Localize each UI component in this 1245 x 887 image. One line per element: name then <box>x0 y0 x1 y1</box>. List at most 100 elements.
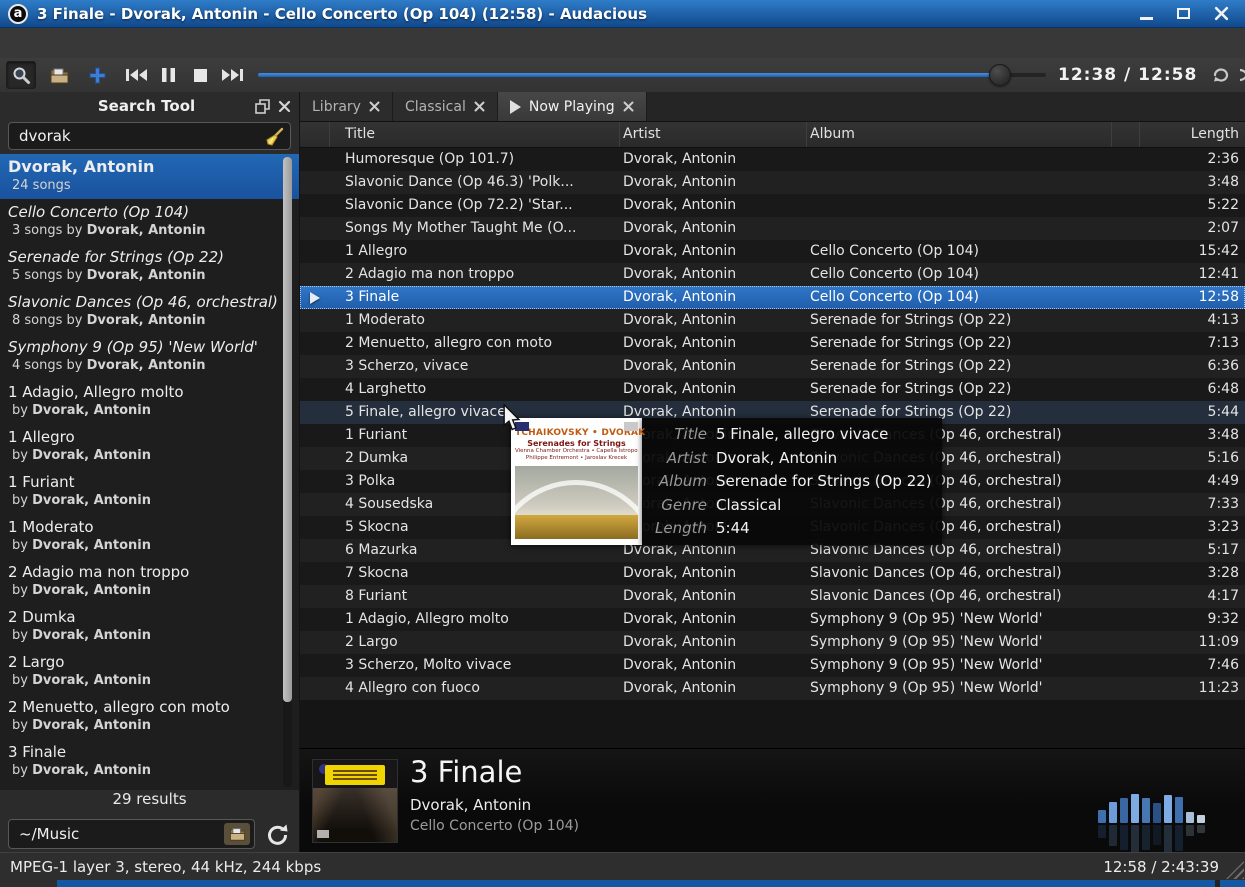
search-result-item[interactable]: Symphony 9 (Op 95) 'New World' 4 songs b… <box>0 334 282 379</box>
pause-icon <box>162 68 175 82</box>
bottom-edge-notch-left <box>0 880 57 887</box>
search-result-item[interactable]: Cello Concerto (Op 104) 3 songs by Dvora… <box>0 199 282 244</box>
search-result-item[interactable]: Dvorak, Antonin 24 songs <box>0 154 299 199</box>
playlist-row[interactable]: 3 Scherzo, Molto vivace Dvorak, Antonin … <box>300 654 1245 677</box>
search-result-item[interactable]: 1 Moderato by Dvorak, Antonin <box>0 514 282 559</box>
playlist-tab[interactable]: Library <box>300 92 393 121</box>
browse-folder-button[interactable] <box>224 823 250 845</box>
maximize-icon[interactable] <box>1177 8 1190 19</box>
playlist-row[interactable]: Slavonic Dance (Op 72.2) 'Star... Dvorak… <box>300 194 1245 217</box>
row-album <box>807 217 1112 240</box>
playlist-row[interactable]: 4 Larghetto Dvorak, Antonin Serenade for… <box>300 378 1245 401</box>
search-result-item[interactable]: Slavonic Dances (Op 46, orchestral) 8 so… <box>0 289 282 334</box>
open-files-button[interactable] <box>44 61 74 89</box>
playlist-row[interactable]: 3 Scherzo, vivace Dvorak, Antonin Serena… <box>300 355 1245 378</box>
search-result-item[interactable]: 2 Adagio ma non troppo by Dvorak, Antoni… <box>0 559 282 604</box>
previous-button[interactable] <box>123 61 149 89</box>
row-length: 11:09 <box>1140 631 1245 654</box>
tab-close-icon[interactable] <box>623 101 634 112</box>
undock-panel-icon[interactable] <box>255 99 270 114</box>
playlist-row[interactable]: 7 Skocna Dvorak, Antonin Slavonic Dances… <box>300 562 1245 585</box>
row-spacer-cell <box>1112 539 1140 562</box>
search-result-item[interactable]: 3 Finale by Dvorak, Antonin <box>0 739 282 784</box>
result-title: 1 Adagio, Allegro molto <box>8 382 282 402</box>
playlist-row[interactable]: Humoresque (Op 101.7) Dvorak, Antonin 2:… <box>300 148 1245 171</box>
playlist-row[interactable]: 2 Menuetto, allegro con moto Dvorak, Ant… <box>300 332 1245 355</box>
row-length: 3:23 <box>1140 516 1245 539</box>
search-result-item[interactable]: 2 Largo by Dvorak, Antonin <box>0 649 282 694</box>
search-result-item[interactable]: 2 Menuetto, allegro con moto by Dvorak, … <box>0 694 282 739</box>
result-title: Slavonic Dances (Op 46, orchestral) <box>8 292 282 312</box>
seek-slider[interactable] <box>258 63 1046 87</box>
playlist-row[interactable]: 1 Allegro Dvorak, Antonin Cello Concerto… <box>300 240 1245 263</box>
tab-close-icon[interactable] <box>369 101 380 112</box>
minimize-icon[interactable] <box>1140 17 1153 20</box>
row-indicator-cell <box>300 516 330 539</box>
playlist-header[interactable]: Title Artist Album Length <box>300 122 1245 148</box>
sidebar-scrollbar-thumb[interactable] <box>283 157 292 702</box>
playlist-tabbar: Library Classical Now Playing <box>300 92 1245 122</box>
row-indicator-cell <box>300 539 330 562</box>
row-title: 4 Allegro con fuoco <box>330 677 620 700</box>
search-tool-panel: Search Tool Dvorak, Antonin 24 songs Cel… <box>0 92 300 852</box>
result-subtitle: by Dvorak, Antonin <box>8 717 282 734</box>
clear-broom-icon[interactable] <box>264 127 284 147</box>
time-display[interactable]: 12:38 / 12:58 <box>1058 65 1197 85</box>
refresh-button[interactable] <box>263 820 291 848</box>
search-results-list[interactable]: Dvorak, Antonin 24 songs Cello Concerto … <box>0 154 299 790</box>
result-title: 3 Finale <box>8 742 282 762</box>
cover-title: TCHAIKOVSKY • DVOŘÁK <box>515 428 638 438</box>
row-artist: Dvorak, Antonin <box>620 332 807 355</box>
next-button[interactable] <box>219 61 245 89</box>
repeat-button[interactable] <box>1207 61 1235 89</box>
row-length: 5:17 <box>1140 539 1245 562</box>
row-indicator-cell <box>300 631 330 654</box>
playlist-row[interactable]: 1 Moderato Dvorak, Antonin Serenade for … <box>300 309 1245 332</box>
result-subtitle: by Dvorak, Antonin <box>8 672 282 689</box>
viz-bar <box>1120 798 1128 823</box>
shuffle-button[interactable] <box>1235 61 1245 89</box>
row-artist: Dvorak, Antonin <box>620 194 807 217</box>
search-tool-button[interactable] <box>6 61 36 89</box>
search-result-item[interactable]: 2 Dumka by Dvorak, Antonin <box>0 604 282 649</box>
playlist-tab[interactable]: Classical <box>393 92 498 121</box>
row-artist: Dvorak, Antonin <box>620 677 807 700</box>
pause-button[interactable] <box>155 61 181 89</box>
search-input[interactable] <box>9 123 290 149</box>
search-result-item[interactable]: 1 Allegro by Dvorak, Antonin <box>0 424 282 469</box>
library-path-input[interactable] <box>9 820 254 848</box>
mouse-cursor <box>502 404 521 432</box>
playlist-row[interactable]: Songs My Mother Taught Me (O... Dvorak, … <box>300 217 1245 240</box>
header-album[interactable]: Album <box>807 122 1112 147</box>
row-artist: Dvorak, Antonin <box>620 240 807 263</box>
refresh-icon <box>267 824 288 845</box>
playlist-row[interactable]: 3 Finale Dvorak, Antonin Cello Concerto … <box>300 286 1245 309</box>
row-indicator-cell <box>300 608 330 631</box>
playlist-row[interactable]: 2 Largo Dvorak, Antonin Symphony 9 (Op 9… <box>300 631 1245 654</box>
titlebar[interactable]: a 3 Finale - Dvorak, Antonin - Cello Con… <box>0 0 1245 28</box>
playlist-tab[interactable]: Now Playing <box>498 92 647 121</box>
playlist-row[interactable]: 4 Allegro con fuoco Dvorak, Antonin Symp… <box>300 677 1245 700</box>
playlist-row[interactable]: 1 Adagio, Allegro molto Dvorak, Antonin … <box>300 608 1245 631</box>
tab-close-icon[interactable] <box>474 101 485 112</box>
playlist-row[interactable]: 2 Adagio ma non troppo Dvorak, Antonin C… <box>300 263 1245 286</box>
header-length[interactable]: Length <box>1140 122 1245 147</box>
tooltip-field: Genre Classical <box>650 494 932 517</box>
playlist-row[interactable]: Slavonic Dance (Op 46.3) 'Polk... Dvorak… <box>300 171 1245 194</box>
close-panel-icon[interactable] <box>278 100 291 113</box>
add-files-button[interactable] <box>82 61 112 89</box>
header-title[interactable]: Title <box>330 122 620 147</box>
stop-button[interactable] <box>187 61 213 89</box>
result-subtitle: 24 songs <box>8 177 282 194</box>
sidebar-scrollbar[interactable] <box>283 157 292 787</box>
search-result-item[interactable]: 1 Adagio, Allegro molto by Dvorak, Anton… <box>0 379 282 424</box>
search-result-item[interactable]: 1 Furiant by Dvorak, Antonin <box>0 469 282 514</box>
seek-knob[interactable] <box>989 64 1011 86</box>
bottom-edge-notch-right <box>1215 880 1220 887</box>
search-result-item[interactable]: Serenade for Strings (Op 22) 5 songs by … <box>0 244 282 289</box>
playlist-row[interactable]: 8 Furiant Dvorak, Antonin Slavonic Dance… <box>300 585 1245 608</box>
viz-bar-reflection <box>1175 825 1183 851</box>
close-icon[interactable] <box>1214 6 1229 21</box>
row-spacer-cell <box>1112 171 1140 194</box>
header-artist[interactable]: Artist <box>620 122 807 147</box>
